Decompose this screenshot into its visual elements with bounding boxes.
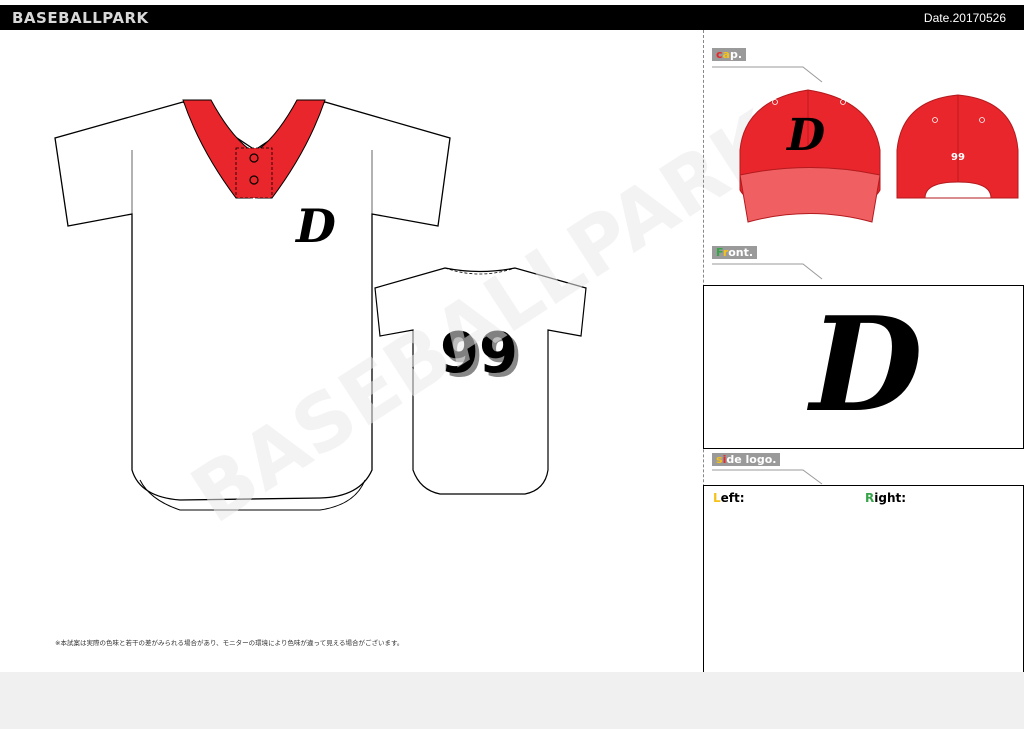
side-logo-box	[703, 485, 1024, 679]
right-label-rest: ight:	[874, 491, 907, 505]
side-logo-left-label: Left:	[713, 491, 745, 505]
left-label-rest: eft:	[720, 491, 745, 505]
left-label-first: L	[713, 491, 721, 505]
side-logo-right-label: Right:	[865, 491, 906, 505]
footer-band	[0, 672, 1024, 729]
right-label-first: R	[865, 491, 875, 505]
